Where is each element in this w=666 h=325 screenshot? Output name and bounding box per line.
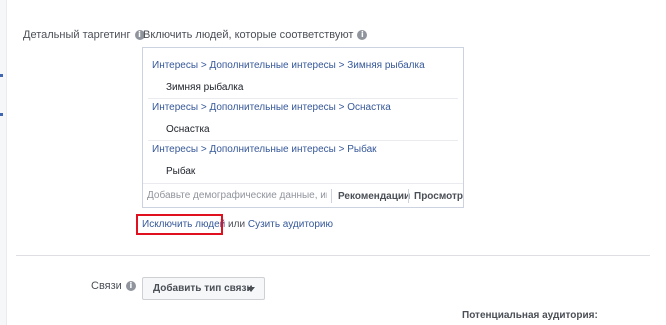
include-label: Включить людей, которые соответствуют <box>143 29 354 41</box>
info-icon[interactable]: i <box>125 281 136 292</box>
potential-audience-label: Потенциальная аудитория: <box>462 310 598 321</box>
add-connection-type-button[interactable]: Добавить тип связи <box>142 277 265 300</box>
include-label-row: Включить людей, которые соответствуют i <box>143 29 368 41</box>
or-text: или <box>228 219 246 230</box>
edge-marker <box>0 74 3 77</box>
narrow-audience-link[interactable]: Сузить аудиторию <box>248 219 333 230</box>
detailed-targeting-label-row: Детальный таргетинг i <box>23 29 145 41</box>
section-divider <box>16 255 650 256</box>
box-footer-divider <box>143 183 463 184</box>
connections-label-row: Связи i <box>91 280 136 292</box>
footer-separator <box>331 189 332 203</box>
footer-separator <box>408 189 409 203</box>
left-edge-panel <box>0 0 7 325</box>
targeting-search-input[interactable] <box>147 186 327 204</box>
selection-divider <box>148 140 458 141</box>
connections-label: Связи <box>91 280 122 292</box>
selection-item[interactable]: Зимняя рыбалка <box>166 82 243 93</box>
selection-path[interactable]: Интересы > Дополнительные интересы > Осн… <box>152 102 391 113</box>
selection-path[interactable]: Интересы > Дополнительные интересы > Зим… <box>152 60 425 71</box>
info-icon[interactable]: i <box>357 30 368 41</box>
selection-divider <box>148 98 458 99</box>
selection-path[interactable]: Интересы > Дополнительные интересы > Рыб… <box>152 144 377 155</box>
highlight-frame <box>136 214 223 235</box>
targeting-box: Интересы > Дополнительные интересы > Зим… <box>142 47 464 208</box>
edge-marker <box>0 113 3 116</box>
caret-down-icon <box>247 287 255 292</box>
recommendations-button[interactable]: Рекомендации <box>338 191 410 202</box>
detailed-targeting-label: Детальный таргетинг <box>23 29 131 41</box>
selection-item[interactable]: Рыбак <box>166 166 195 177</box>
browse-button[interactable]: Просмотр <box>414 191 463 202</box>
selection-item[interactable]: Оснастка <box>166 124 210 135</box>
add-connection-type-label: Добавить тип связи <box>153 283 253 294</box>
